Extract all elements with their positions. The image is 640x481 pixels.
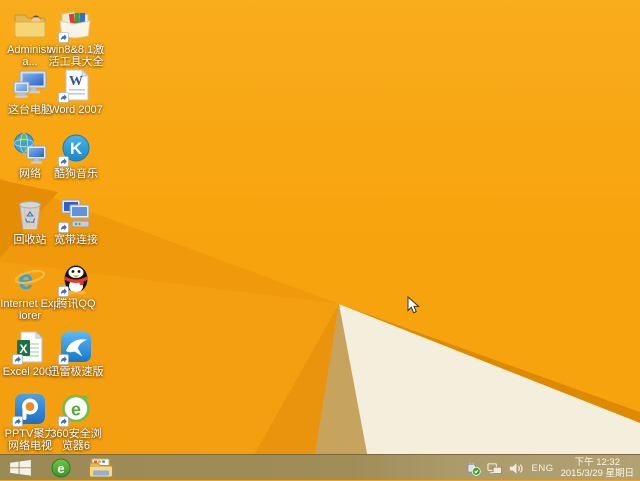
safely-remove-hardware-icon[interactable] <box>466 461 481 476</box>
clock[interactable]: 下午 12:32 2015/3/29 星期日 <box>561 457 634 479</box>
mouse-cursor <box>407 296 420 314</box>
this-pc-icon <box>13 70 47 98</box>
shortcut-arrow-icon <box>58 416 69 427</box>
internet-explorer-icon: e <box>14 264 46 295</box>
desktop-icon-label: 360安全浏览器6 <box>50 428 102 452</box>
start-button[interactable] <box>2 455 38 481</box>
desktop-icon-label: win8&8.1激活工具大全 <box>47 44 105 68</box>
desktop-icon-label: 腾讯QQ <box>56 298 96 310</box>
360-browser-taskbar-icon: e <box>51 458 71 477</box>
svg-text:W: W <box>69 74 83 89</box>
svg-text:e: e <box>71 400 81 420</box>
user-folder-icon <box>14 14 46 38</box>
system-tray: ENG 下午 12:32 2015/3/29 星期日 <box>463 455 639 481</box>
network-status-icon[interactable] <box>486 461 502 476</box>
taskbar-file-explorer-button[interactable] <box>84 455 118 481</box>
shortcut-arrow-icon <box>58 354 69 365</box>
desktop-icon-xunlei[interactable]: 迅雷极速版 <box>46 330 106 378</box>
file-explorer-icon <box>89 458 113 477</box>
shortcut-arrow-icon <box>58 92 69 103</box>
volume-icon[interactable] <box>508 461 523 476</box>
desktop-icon-label: Word 2007 <box>49 104 103 116</box>
taskbar: e ENG 下午 12:32 2015/3/29 星期日 <box>0 454 640 480</box>
svg-text:e: e <box>18 264 34 295</box>
desktop-icon-activation-tools[interactable]: win8&8.1激活工具大全 <box>46 8 106 68</box>
desktop-icon-label: 迅雷极速版 <box>48 366 104 378</box>
desktop-icon-kugou[interactable]: K 酷狗音乐 <box>46 132 106 180</box>
shortcut-arrow-icon <box>58 222 69 233</box>
shortcut-arrow-icon <box>12 416 23 427</box>
language-indicator[interactable]: ENG <box>532 463 554 474</box>
desktop-icon-label: 宽带连接 <box>54 234 98 246</box>
svg-text:e: e <box>57 461 64 476</box>
network-icon <box>14 133 47 164</box>
clock-date: 2015/3/29 星期日 <box>560 468 634 479</box>
recycle-bin-icon <box>19 201 41 230</box>
taskbar-360-browser-button[interactable]: e <box>44 455 78 481</box>
desktop-icon-word[interactable]: W Word 2007 <box>46 68 106 116</box>
shortcut-arrow-icon <box>58 286 69 297</box>
shortcut-arrow-icon <box>58 156 69 167</box>
shortcut-arrow-icon <box>12 354 23 365</box>
clock-time: 下午 12:32 <box>574 457 620 468</box>
windows-logo-icon <box>9 459 31 476</box>
svg-text:K: K <box>70 139 83 158</box>
desktop-icon-qq[interactable]: 腾讯QQ <box>46 262 106 310</box>
desktop-icon-360-browser[interactable]: e 360安全浏览器6 <box>46 392 106 452</box>
shortcut-arrow-icon <box>58 32 69 43</box>
desktop-icon-broadband[interactable]: 宽带连接 <box>46 198 106 246</box>
desktop-icon-label: 酷狗音乐 <box>54 168 98 180</box>
